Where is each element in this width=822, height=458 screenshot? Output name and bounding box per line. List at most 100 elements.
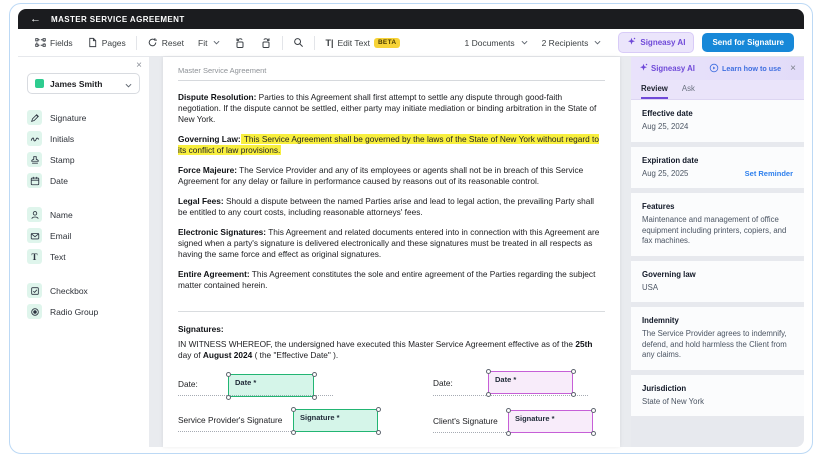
close-icon[interactable]: × bbox=[790, 63, 796, 74]
sidebar-item-signature[interactable]: Signature bbox=[27, 107, 140, 128]
resize-handle[interactable] bbox=[591, 431, 596, 436]
resize-handle[interactable] bbox=[291, 407, 296, 412]
witness-text: day of bbox=[178, 350, 203, 360]
sparkle-icon bbox=[627, 37, 636, 48]
resize-handle[interactable] bbox=[486, 369, 491, 374]
recipient-name: James Smith bbox=[50, 79, 119, 89]
reset-label: Reset bbox=[162, 38, 184, 48]
witness-bold: 25th bbox=[575, 339, 592, 349]
witness-bold: August 2024 bbox=[203, 350, 252, 360]
sidebar-item-initials[interactable]: Initials bbox=[27, 128, 140, 149]
fields-icon bbox=[35, 37, 46, 48]
toolbar-divider bbox=[314, 36, 315, 50]
fields-label: Fields bbox=[50, 38, 73, 48]
resize-handle[interactable] bbox=[486, 392, 491, 397]
choice-fields-group: Checkbox Radio Group bbox=[27, 280, 140, 322]
ai-panel-title: Signeasy AI bbox=[639, 63, 705, 74]
field-placeholder: Signature * bbox=[300, 413, 340, 422]
sidebar-item-label: Name bbox=[50, 210, 73, 220]
witness-text: ( the "Effective Date" ). bbox=[252, 350, 338, 360]
fields-sidebar: × James Smith Signature Initials Stamp bbox=[18, 57, 150, 447]
pages-label: Pages bbox=[102, 38, 126, 48]
resize-handle[interactable] bbox=[506, 431, 511, 436]
set-reminder-link[interactable]: Set Reminder bbox=[745, 169, 793, 178]
resize-handle[interactable] bbox=[312, 372, 317, 377]
resize-handle[interactable] bbox=[571, 369, 576, 374]
app-window: ← MASTER SERVICE AGREEMENT Fields Pages … bbox=[9, 3, 813, 454]
sidebar-item-label: Signature bbox=[50, 113, 86, 123]
card-value: State of New York bbox=[642, 397, 793, 408]
resize-handle[interactable] bbox=[312, 395, 317, 400]
recipients-dropdown[interactable]: 2 Recipients bbox=[535, 38, 609, 48]
close-icon[interactable]: × bbox=[136, 60, 142, 71]
resize-handle[interactable] bbox=[226, 372, 231, 377]
sidebar-item-label: Checkbox bbox=[50, 286, 88, 296]
rotate-right-button[interactable] bbox=[253, 37, 279, 49]
signature-field-client[interactable]: Signature * bbox=[508, 410, 593, 433]
sidebar-item-email[interactable]: Email bbox=[27, 225, 140, 246]
pages-icon bbox=[87, 37, 98, 48]
sidebar-item-stamp[interactable]: Stamp bbox=[27, 149, 140, 170]
paragraph-text: Should a dispute between the named Parti… bbox=[178, 196, 594, 217]
beta-badge: BETA bbox=[374, 38, 400, 48]
card-expiration-date: Expiration date Aug 25, 2025 Set Reminde… bbox=[631, 147, 804, 189]
tab-ask[interactable]: Ask bbox=[682, 80, 695, 99]
sidebar-item-checkbox[interactable]: Checkbox bbox=[27, 280, 140, 301]
card-indemnity: Indemnity The Service Provider agrees to… bbox=[631, 307, 804, 370]
sidebar-item-radio-group[interactable]: Radio Group bbox=[27, 301, 140, 322]
heading-rule bbox=[178, 80, 605, 81]
fields-button[interactable]: Fields bbox=[28, 37, 80, 48]
card-jurisdiction: Jurisdiction State of New York bbox=[631, 375, 804, 417]
reset-button[interactable]: Reset bbox=[140, 37, 191, 48]
date-field-client[interactable]: Date * bbox=[488, 371, 573, 394]
recipient-dropdown[interactable]: James Smith bbox=[27, 73, 140, 94]
documents-dropdown[interactable]: 1 Documents bbox=[458, 38, 535, 48]
card-label: Indemnity bbox=[642, 316, 793, 325]
card-value: Maintenance and management of office equ… bbox=[642, 215, 793, 247]
recipient-color-swatch bbox=[35, 79, 44, 88]
send-for-signature-button[interactable]: Send for Signature bbox=[702, 33, 794, 52]
signeasy-ai-button[interactable]: Signeasy AI bbox=[618, 32, 694, 53]
search-button[interactable] bbox=[286, 37, 311, 48]
signatures-heading: Signatures: bbox=[178, 324, 605, 334]
learn-how-to-use-link[interactable]: Learn how to use bbox=[709, 63, 781, 75]
back-arrow-icon[interactable]: ← bbox=[30, 14, 41, 25]
field-placeholder: Signature * bbox=[515, 414, 555, 423]
sidebar-item-name[interactable]: Name bbox=[27, 204, 140, 225]
paragraph-dispute-resolution: Dispute Resolution: Parties to this Agre… bbox=[178, 92, 605, 125]
card-label: Jurisdiction bbox=[642, 384, 793, 393]
signature-field-provider[interactable]: Signature * bbox=[293, 409, 378, 432]
paragraph-label: Force Majeure: bbox=[178, 165, 237, 175]
resize-handle[interactable] bbox=[591, 408, 596, 413]
fit-dropdown[interactable]: Fit bbox=[191, 38, 227, 48]
info-fields-group: Name Email T Text bbox=[27, 204, 140, 267]
signature-pen-icon bbox=[27, 110, 42, 125]
toolbar: Fields Pages Reset Fit T| Edit Text B bbox=[18, 29, 804, 57]
resize-handle[interactable] bbox=[226, 395, 231, 400]
resize-handle[interactable] bbox=[376, 430, 381, 435]
resize-handle[interactable] bbox=[506, 408, 511, 413]
pages-button[interactable]: Pages bbox=[80, 37, 133, 48]
card-governing-law: Governing law USA bbox=[631, 261, 804, 303]
tab-review[interactable]: Review bbox=[641, 80, 668, 99]
sidebar-item-text[interactable]: T Text bbox=[27, 246, 140, 267]
card-label: Expiration date bbox=[642, 156, 793, 165]
fit-label: Fit bbox=[198, 38, 207, 48]
resize-handle[interactable] bbox=[571, 392, 576, 397]
document-title: MASTER SERVICE AGREEMENT bbox=[51, 15, 185, 24]
text-icon: T bbox=[27, 249, 42, 264]
card-value: Aug 25, 2025 bbox=[642, 169, 688, 180]
paragraph-entire-agreement: Entire Agreement: This Agreement constit… bbox=[178, 269, 605, 291]
edit-text-button[interactable]: T| Edit Text BETA bbox=[318, 38, 407, 48]
resize-handle[interactable] bbox=[291, 430, 296, 435]
document-canvas[interactable]: Master Service Agreement Dispute Resolut… bbox=[150, 57, 631, 447]
rotate-left-button[interactable] bbox=[227, 37, 253, 49]
paragraph-label: Legal Fees: bbox=[178, 196, 224, 206]
ai-panel-header: Signeasy AI Learn how to use × bbox=[631, 57, 804, 80]
content-area: × James Smith Signature Initials Stamp bbox=[18, 57, 804, 447]
resize-handle[interactable] bbox=[376, 407, 381, 412]
ai-panel-body[interactable]: Effective date Aug 25, 2024 Expiration d… bbox=[631, 100, 804, 447]
date-field-provider[interactable]: Date * bbox=[228, 374, 314, 397]
sidebar-item-date[interactable]: Date bbox=[27, 170, 140, 191]
ai-panel-tabs: Review Ask bbox=[631, 80, 804, 100]
